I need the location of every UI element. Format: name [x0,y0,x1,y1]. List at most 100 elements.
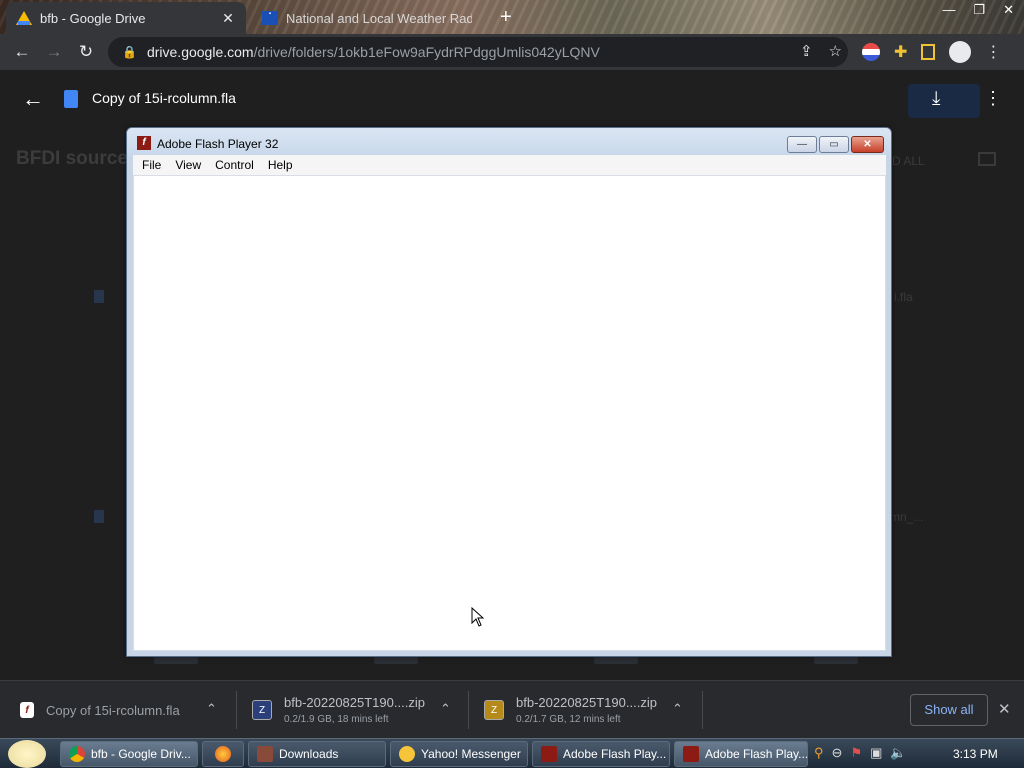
flash-player-window: f Adobe Flash Player 32 — ▭ ✕ File View … [126,127,892,657]
thumbnail-edge [374,656,418,664]
chevron-up-icon[interactable]: ⌃ [440,701,451,717]
tab-google-drive[interactable]: bfb - Google Drive ✕ [6,2,246,34]
back-arrow-icon[interactable]: ← [6,42,38,62]
file-icon [94,290,104,303]
taskbar-yahoo-messenger[interactable]: Yahoo! Messenger [390,741,528,767]
thumbnail-edge [814,656,858,664]
network-tray-icon[interactable]: ▣ [870,745,882,761]
flash-window-title: Adobe Flash Player 32 [157,137,279,151]
download-name: bfb-20220825T190....zip [284,695,425,710]
chevron-up-icon[interactable]: ⌃ [206,701,217,717]
download-item[interactable]: Z bfb-20220825T190....zip 0.2/1.9 GB, 18… [252,681,425,739]
taskbar: bfb - Google Driv... Downloads Yahoo! Me… [0,738,1024,768]
flash-titlebar[interactable]: f Adobe Flash Player 32 — ▭ ✕ [127,128,891,158]
bookmark-star-icon[interactable]: ☆ [829,42,842,60]
tab-weather[interactable]: ▪ National and Local Weather Rad [252,2,482,34]
close-preview-arrow-icon[interactable]: ← [22,86,44,112]
taskbar-clock[interactable]: 3:13 PM [953,747,998,761]
download-item[interactable]: Z bfb-20220825T190....zip 0.2/1.7 GB, 12… [484,681,657,739]
flash-menubar: File View Control Help [133,155,886,175]
file-name-fragment: i.fla [894,290,913,304]
new-tab-button[interactable]: + [500,6,512,29]
url-path: /drive/folders/1okb1eFow9aFydrRPdggUmlis… [253,44,600,60]
thumbnail-edge [594,656,638,664]
file-name-fragment: mn_... [890,510,924,524]
menu-view[interactable]: View [168,158,208,172]
share-icon[interactable]: ⇪ [800,42,813,60]
chrome-icon [69,746,85,762]
mouse-cursor-icon [471,607,485,627]
zip-file-icon: Z [484,700,504,720]
more-options-icon[interactable]: ⋮ [984,88,1002,109]
download-status: 0.2/1.9 GB, 18 mins left [284,714,389,725]
file-preview-bar: ← Copy of 15i-rcolumn.fla ⤓ ⋮ [0,70,1024,128]
download-all-fragment: D ALL [892,154,925,168]
flash-stage[interactable] [133,175,886,651]
start-button[interactable] [8,740,46,768]
menu-help[interactable]: Help [261,158,300,172]
minimize-window-button[interactable]: — [942,2,955,18]
tab-title: bfb - Google Drive [40,10,146,26]
volume-tray-icon[interactable]: 🔈 [890,745,906,761]
taskbar-chrome[interactable]: bfb - Google Driv... [60,741,198,767]
security-tray-icon[interactable]: ⚑ [850,745,862,761]
close-button[interactable]: ✕ [851,136,884,153]
taskbar-label: Adobe Flash Play... [705,747,808,761]
download-button[interactable] [908,84,980,118]
sidepanel-icon[interactable] [921,44,936,60]
taskbar-flash-player-2[interactable]: Adobe Flash Play... [674,741,808,767]
puzzle-extensions-icon[interactable]: ✚ [894,42,907,62]
weather-channel-icon: ▪ [262,11,278,25]
file-type-icon [64,90,78,108]
minimize-button[interactable]: — [787,136,817,153]
taskbar-label: Adobe Flash Play... [563,747,667,761]
download-name: Copy of 15i-rcolumn.fla [46,702,180,718]
flag-extension-icon[interactable] [862,43,880,61]
browser-menu-icon[interactable]: ⋮ [985,42,1001,62]
taskbar-label: bfb - Google Driv... [91,747,191,761]
download-item[interactable]: f Copy of 15i-rcolumn.fla [20,681,180,739]
address-bar[interactable]: 🔒 drive.google.com /drive/folders/1okb1e… [108,37,848,67]
taskbar-flash-player-1[interactable]: Adobe Flash Play... [532,741,670,767]
tab-strip: bfb - Google Drive ✕ ▪ National and Loca… [0,0,1024,34]
flash-icon [541,746,557,762]
close-window-button[interactable]: ✕ [1003,2,1014,18]
download-shelf: f Copy of 15i-rcolumn.fla ⌃ Z bfb-202208… [0,680,1024,738]
yahoo-messenger-icon [399,746,415,762]
profile-avatar-icon[interactable] [949,41,972,63]
window-controls: — ❐ ✕ [942,2,1014,18]
flash-player-icon: f [137,136,151,150]
google-drive-icon [16,11,32,25]
firefox-icon [215,746,231,762]
show-all-button[interactable]: Show all [910,694,988,726]
divider [468,691,469,729]
download-name: bfb-20220825T190....zip [516,695,657,710]
divider [702,691,703,729]
flash-file-icon: f [20,702,34,718]
folder-icon [257,746,273,762]
close-shelf-icon[interactable]: ✕ [998,700,1011,718]
menu-file[interactable]: File [135,158,168,172]
close-tab-icon[interactable]: ✕ [220,10,236,27]
status-tray-icon[interactable]: ⊖ [832,745,843,761]
menu-control[interactable]: Control [208,158,261,172]
taskbar-firefox[interactable] [202,741,244,767]
chevron-up-icon[interactable]: ⌃ [672,701,683,717]
url-host: drive.google.com [146,44,254,60]
download-status: 0.2/1.7 GB, 12 mins left [516,714,621,725]
grid-view-icon [978,152,996,166]
folder-name: BFDI source [16,148,128,169]
taskbar-downloads[interactable]: Downloads [248,741,386,767]
restore-window-button[interactable]: ❐ [973,2,985,18]
lock-icon: 🔒 [122,45,137,59]
extensions-area: ✚ ⋮ [862,41,1001,63]
divider [236,691,237,729]
forward-arrow-icon[interactable]: → [38,42,70,62]
system-tray: ⚲ ⊖ ⚑ ▣ 🔈 [814,745,907,761]
preview-file-title: Copy of 15i-rcolumn.fla [92,90,236,106]
reload-icon[interactable]: ↻ [70,42,102,62]
search-tray-icon[interactable]: ⚲ [814,745,824,761]
taskbar-label: Downloads [279,747,339,761]
maximize-button[interactable]: ▭ [819,136,849,153]
download-icon[interactable]: ⤓ [932,88,940,110]
